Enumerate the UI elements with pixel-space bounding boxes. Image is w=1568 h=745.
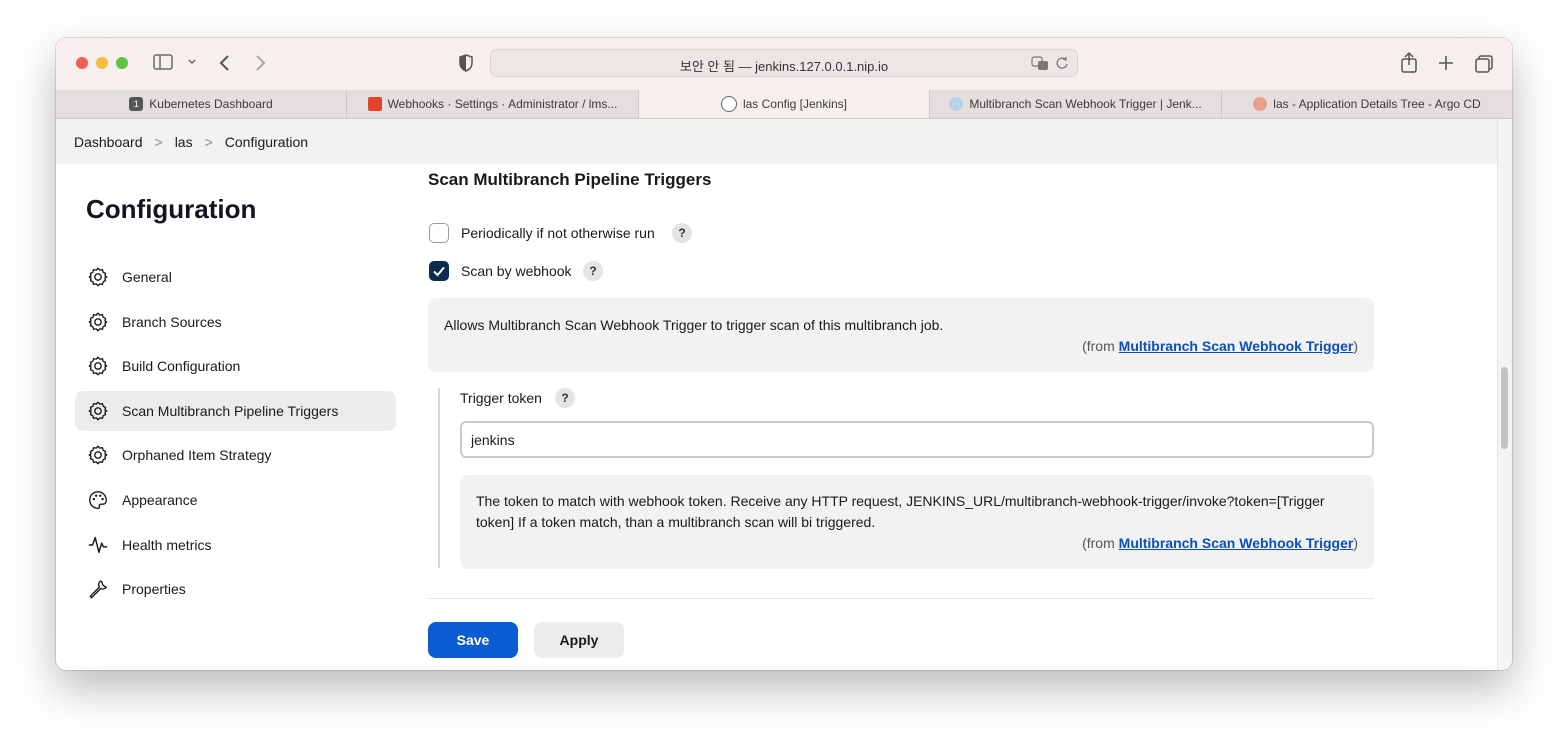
address-bar[interactable]: 보안 안 됨 — jenkins.127.0.0.1.nip.io [490,49,1078,77]
jenkins-plugin-icon [949,97,964,111]
share-icon[interactable] [1400,51,1418,78]
sidebar-item-label: Properties [122,581,186,597]
webhook-description: Allows Multibranch Scan Webhook Trigger … [428,298,1374,372]
from-suffix: ) [1353,338,1358,354]
webhook-description-source: (from Multibranch Scan Webhook Trigger) [1082,338,1358,354]
save-button[interactable]: Save [428,622,518,658]
back-icon[interactable] [218,53,232,77]
scrollbar-thumb[interactable] [1501,367,1508,449]
gear-icon [88,445,108,465]
trigger-token-help-button[interactable]: ? [555,388,575,408]
tab-title: las Config [Jenkins] [742,97,848,111]
plugin-link[interactable]: Multibranch Scan Webhook Trigger [1119,338,1354,354]
sidebar-item-appearance[interactable]: Appearance [75,480,396,520]
periodic-label[interactable]: Periodically if not otherwise run [461,225,655,241]
breadcrumb-separator: > [154,133,163,150]
tab-argo-cd[interactable]: las - Application Details Tree - Argo CD [1222,90,1512,118]
sidebar-item-health-metrics[interactable]: Health metrics [75,525,396,565]
sidebar-item-label: General [122,269,172,285]
sidebar-item-label: Scan Multibranch Pipeline Triggers [122,403,339,419]
tab-title: las - Application Details Tree - Argo CD [1273,97,1481,111]
webhook-label[interactable]: Scan by webhook [461,263,572,279]
checkmark-icon [433,266,445,277]
token-description-text: The token to match with webhook token. R… [476,493,1325,530]
kubernetes-icon: 1 [129,97,144,111]
palette-icon [89,491,107,509]
sidebar-item-build-configuration[interactable]: Build Configuration [75,346,396,386]
translate-icon[interactable] [1031,55,1049,76]
sidebar-item-scan-triggers[interactable]: Scan Multibranch Pipeline Triggers [75,391,396,431]
tab-webhook-trigger-plugin[interactable]: Multibranch Scan Webhook Trigger | Jenk.… [930,90,1222,118]
sidebar-item-label: Build Configuration [122,358,241,374]
sidebar-item-label: Orphaned Item Strategy [122,447,272,463]
sidebar-item-general[interactable]: General [75,257,396,297]
section-title: Scan Multibranch Pipeline Triggers [428,170,712,189]
gitlab-icon [367,97,382,111]
browser-toolbar: 보안 안 됨 — jenkins.127.0.0.1.nip.io [56,38,1512,90]
tab-title: Webhooks · Settings · Administrator / lm… [387,97,618,111]
breadcrumb-las[interactable]: las [175,134,193,150]
trigger-token-label: Trigger token [460,390,542,406]
sidebar-item-label: Appearance [122,492,198,508]
token-description-source: (from Multibranch Scan Webhook Trigger) [1082,533,1358,554]
from-prefix: (from [1082,535,1119,551]
shield-icon[interactable] [458,53,474,77]
sidebar-item-label: Health metrics [122,537,212,553]
chevron-down-icon[interactable] [187,54,197,74]
gear-icon [88,356,108,376]
sidebar-item-properties[interactable]: Properties [75,569,396,609]
tab-bar: 1 Kubernetes Dashboard Webhooks · Settin… [56,90,1512,119]
from-suffix: ) [1353,535,1358,551]
from-prefix: (from [1082,338,1119,354]
divider [428,598,1374,599]
close-window-button[interactable] [76,57,88,69]
tab-jenkins-config[interactable]: las Config [Jenkins] [639,90,930,118]
trigger-token-input[interactable] [460,421,1374,458]
apply-button[interactable]: Apply [534,622,624,658]
periodic-checkbox[interactable] [429,223,449,243]
sidebar-toggle-icon[interactable] [153,54,173,74]
breadcrumb-dashboard[interactable]: Dashboard [74,134,143,150]
webhook-description-text: Allows Multibranch Scan Webhook Trigger … [444,317,944,333]
pulse-icon [88,536,108,554]
breadcrumb-separator: > [204,133,213,150]
breadcrumb-configuration[interactable]: Configuration [225,134,308,150]
forward-icon[interactable] [253,53,267,77]
tab-overview-icon[interactable] [1474,54,1494,78]
argo-icon [1253,97,1268,111]
address-text: 보안 안 됨 — jenkins.127.0.0.1.nip.io [679,59,889,74]
tab-kubernetes[interactable]: 1 Kubernetes Dashboard [56,90,347,118]
wrench-icon [89,580,107,599]
sidebar-item-branch-sources[interactable]: Branch Sources [75,302,396,342]
gear-icon [88,267,108,287]
tab-title: Kubernetes Dashboard [149,97,273,111]
sidebar-title: Configuration [86,194,257,224]
periodic-help-button[interactable]: ? [672,223,692,243]
breadcrumb: Dashboard > las > Configuration [56,119,1497,164]
webhook-checkbox[interactable] [429,261,449,281]
browser-window: 보안 안 됨 — jenkins.127.0.0.1.nip.io 1 Kube… [56,38,1512,670]
tab-gitlab-webhooks[interactable]: Webhooks · Settings · Administrator / lm… [347,90,639,118]
gear-icon [88,401,108,421]
new-tab-icon[interactable] [1437,54,1455,76]
minimize-window-button[interactable] [96,57,108,69]
sidebar-item-orphaned-item-strategy[interactable]: Orphaned Item Strategy [75,435,396,475]
jenkins-icon [720,96,737,112]
nested-indent-line [438,388,440,568]
sidebar-item-label: Branch Sources [122,314,222,330]
gear-icon [88,312,108,332]
plugin-link[interactable]: Multibranch Scan Webhook Trigger [1119,535,1354,551]
tab-title: Multibranch Scan Webhook Trigger | Jenk.… [969,97,1202,111]
reload-icon[interactable] [1055,55,1069,76]
token-description: The token to match with webhook token. R… [460,475,1374,569]
zoom-window-button[interactable] [116,57,128,69]
webhook-help-button[interactable]: ? [583,261,603,281]
